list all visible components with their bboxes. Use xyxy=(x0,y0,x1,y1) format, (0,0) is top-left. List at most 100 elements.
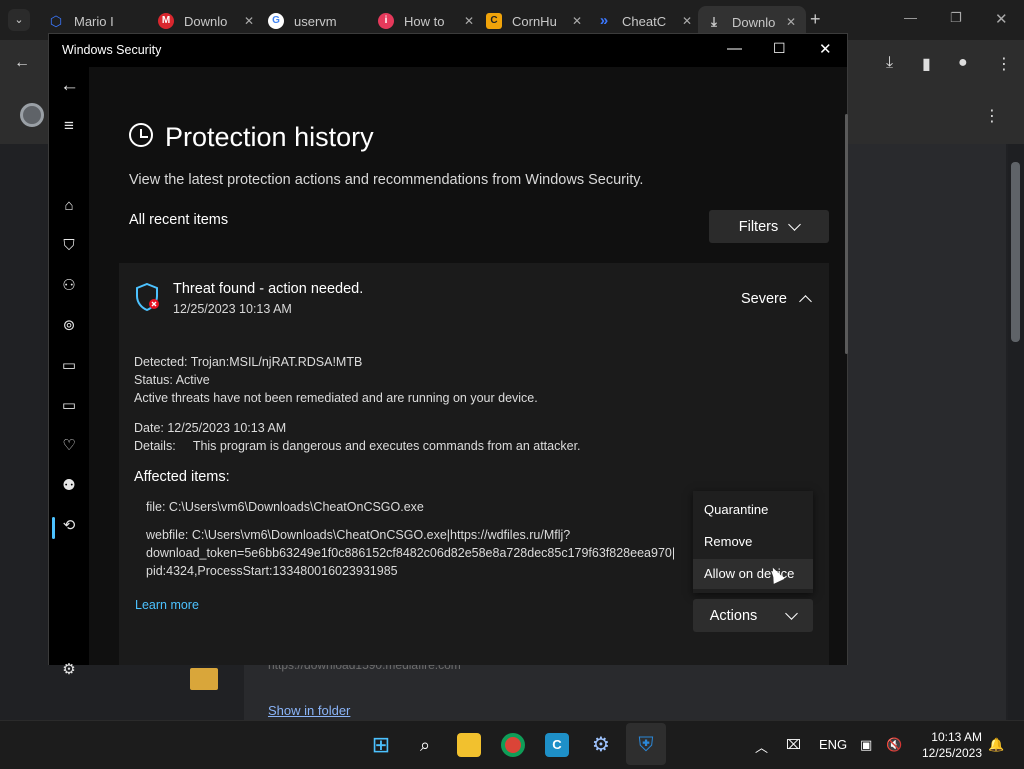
device-security-icon[interactable]: ▭ xyxy=(60,397,78,415)
affected-webfile-line2: download_token=5e6bb63249e1f0c886152cf84… xyxy=(146,546,676,560)
status-line: Status: Active xyxy=(134,373,210,387)
settings-gear-icon[interactable]: ⚙ xyxy=(60,661,78,679)
notification-bell-icon[interactable]: 🔔 xyxy=(988,737,1004,753)
search-icon[interactable]: ⌕ xyxy=(413,733,437,757)
close-icon[interactable]: ✕ xyxy=(786,15,796,29)
restore-icon[interactable]: ❐ xyxy=(950,10,962,26)
close-icon[interactable]: ✕ xyxy=(572,14,582,28)
clock-time: 10:13 AM xyxy=(931,730,982,744)
filters-button[interactable]: Filters xyxy=(709,210,829,243)
affected-webfile-line1: webfile: C:\Users\vm6\Downloads\CheatOnC… xyxy=(146,528,571,542)
minimize-icon[interactable]: — xyxy=(904,10,917,25)
hamburger-icon[interactable]: ≡ xyxy=(60,117,78,135)
chevron-up-icon xyxy=(799,295,812,308)
maximize-icon[interactable]: ☐ xyxy=(773,40,786,57)
account-icon[interactable]: ⚇ xyxy=(60,277,78,295)
window-title: Windows Security xyxy=(62,43,162,57)
close-icon[interactable]: ✕ xyxy=(464,14,474,28)
actions-button[interactable]: Actions xyxy=(693,599,813,632)
settings-icon[interactable]: ⚙ xyxy=(589,733,613,757)
profile-icon[interactable]: ● xyxy=(958,54,968,72)
windows-security-taskbar-icon[interactable]: ⛨ xyxy=(634,733,658,757)
instructables-icon: i xyxy=(378,13,394,29)
filters-label: Filters xyxy=(738,218,779,235)
history-icon[interactable]: ⟲ xyxy=(60,517,78,535)
chevrons-icon: » xyxy=(599,12,609,29)
clock[interactable]: 10:13 AM 12/25/2023 xyxy=(918,729,982,761)
browser-tab-4[interactable]: i How to ✕ xyxy=(378,8,474,34)
chrome-logo-icon xyxy=(20,103,44,127)
downloads-menu-icon[interactable]: ⋮ xyxy=(984,106,1000,126)
affected-webfile-line3: pid:4324,ProcessStart:133480016023931985 xyxy=(146,564,398,578)
tab-label: CornHu xyxy=(512,13,557,29)
downloads-icon[interactable]: ⤓ xyxy=(886,54,893,72)
download-icon: ⤓ xyxy=(711,14,717,29)
threat-date: 12/25/2023 10:13 AM xyxy=(173,302,292,316)
app-browser-icon[interactable]: ▭ xyxy=(60,357,78,375)
cornhub-icon: C xyxy=(486,13,502,29)
hex-icon: ⬡ xyxy=(49,13,63,29)
chevron-up-icon[interactable]: ︿ xyxy=(755,737,768,756)
recent-items-label: All recent items xyxy=(129,212,229,228)
side-panel-icon[interactable]: ▮ xyxy=(922,54,931,74)
date-line: Date: 12/25/2023 10:13 AM xyxy=(134,421,287,435)
details-line: Details: This program is dangerous and e… xyxy=(134,439,581,453)
mega-icon: M xyxy=(158,13,174,29)
device-health-icon[interactable]: ♡ xyxy=(60,437,78,455)
nav-sidebar: ← ≡ ⌂ ⛉ ⚇ ⊚ ▭ ▭ ♡ ⚉ ⟲ ⚙ xyxy=(49,67,89,678)
chevron-down-icon xyxy=(785,606,799,620)
actions-dropdown-menu: Quarantine Remove Allow on device xyxy=(693,491,813,593)
tab-search-button[interactable]: ⌄ xyxy=(8,9,30,31)
affected-file: file: C:\Users\vm6\Downloads\CheatOnCSGO… xyxy=(146,500,424,514)
home-icon[interactable]: ⌂ xyxy=(60,197,78,215)
history-clock-icon xyxy=(129,123,153,147)
learn-more-link[interactable]: Learn more xyxy=(135,598,199,612)
page-title: Protection history xyxy=(165,122,374,152)
window-scrollbar[interactable] xyxy=(845,114,848,354)
windows-start-icon[interactable]: ⊞ xyxy=(369,733,393,757)
ccleaner-icon[interactable]: C xyxy=(545,733,569,757)
browser-tab-1[interactable]: ⬡ Mario I xyxy=(48,8,144,34)
tab-label: Downlo xyxy=(732,14,776,30)
browser-tab-6[interactable]: » CheatC ✕ xyxy=(596,8,692,34)
show-in-folder-link[interactable]: Show in folder xyxy=(268,703,350,718)
menu-item-allow-on-device[interactable]: Allow on device xyxy=(693,559,813,589)
affected-items-label: Affected items: xyxy=(134,469,230,485)
actions-label: Actions xyxy=(709,607,758,624)
tab-label: uservm xyxy=(294,13,337,29)
severity-toggle[interactable]: Severe xyxy=(741,291,812,308)
browser-tab-5[interactable]: C CornHu ✕ xyxy=(486,8,582,34)
tab-label: CheatC xyxy=(622,13,667,29)
volume-muted-icon[interactable]: 🔇 xyxy=(886,737,902,753)
menu-item-quarantine[interactable]: Quarantine xyxy=(693,495,813,525)
family-options-icon[interactable]: ⚉ xyxy=(60,477,78,495)
browser-tab-2[interactable]: M Downlo ✕ xyxy=(158,8,254,34)
threat-title: Threat found - action needed. xyxy=(173,281,364,297)
new-tab-button[interactable]: + xyxy=(810,9,821,30)
close-icon[interactable]: ✕ xyxy=(244,14,254,28)
detected-line: Detected: Trojan:MSIL/njRAT.RDSA!MTB xyxy=(134,355,363,369)
tab-label: How to xyxy=(404,13,445,29)
display-icon[interactable]: ▣ xyxy=(860,737,872,753)
back-icon[interactable]: ← xyxy=(14,54,30,72)
chrome-icon[interactable] xyxy=(501,733,525,757)
folder-icon xyxy=(190,668,218,690)
page-scrollbar-thumb[interactable] xyxy=(1011,162,1020,342)
shield-icon[interactable]: ⛉ xyxy=(60,237,78,255)
minimize-icon[interactable]: — xyxy=(727,40,742,57)
menu-kebab-icon[interactable]: ⋮ xyxy=(996,54,1012,74)
status-note: Active threats have not been remediated … xyxy=(134,391,538,405)
browser-tab-3[interactable]: G uservm xyxy=(268,8,364,34)
network-off-icon[interactable]: ⌧ xyxy=(786,737,801,753)
language-indicator[interactable]: ENG xyxy=(819,737,847,752)
windows-security-window: Windows Security — ☐ ✕ ← ≡ ⌂ ⛉ ⚇ ⊚ ▭ ▭ ♡… xyxy=(48,33,848,678)
tab-label: Downlo xyxy=(184,13,228,29)
close-icon[interactable]: ✕ xyxy=(995,10,1008,28)
tab-label: Mario I xyxy=(74,13,114,29)
menu-item-remove[interactable]: Remove xyxy=(693,527,813,557)
firewall-network-icon[interactable]: ⊚ xyxy=(60,317,78,335)
back-arrow-icon[interactable]: ← xyxy=(60,76,79,95)
close-icon[interactable]: ✕ xyxy=(682,14,692,28)
file-explorer-icon[interactable] xyxy=(457,733,481,757)
close-icon[interactable]: ✕ xyxy=(819,40,832,58)
